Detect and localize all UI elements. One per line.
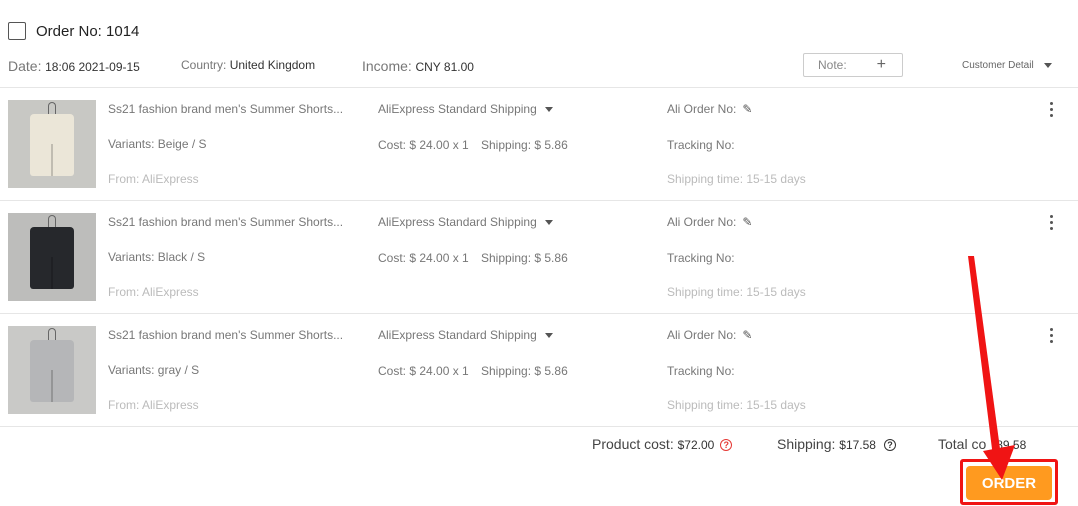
product-variants: Variants: gray / S	[108, 363, 200, 377]
shipping-method-select[interactable]: AliExpress Standard Shipping	[378, 328, 553, 342]
total-cost-summary: Total co 89.58	[938, 436, 1027, 452]
product-title[interactable]: Ss21 fashion brand men's Summer Shorts..…	[108, 328, 343, 342]
shipping-time: Shipping time: 15-15 days	[667, 398, 806, 412]
chevron-down-icon	[1043, 63, 1052, 68]
more-vertical-icon[interactable]	[1048, 215, 1054, 230]
shipping-time: Shipping time: 15-15 days	[667, 172, 806, 186]
item-shipping: Shipping: $ 5.86	[481, 138, 568, 152]
order-item-row: Ss21 fashion brand men's Summer Shorts..…	[0, 201, 1078, 313]
shipping-method-select[interactable]: AliExpress Standard Shipping	[378, 215, 553, 229]
customer-detail-label: Customer Detail	[962, 60, 1034, 71]
ali-order-no: Ali Order No: ✎	[667, 102, 753, 116]
more-vertical-icon[interactable]	[1048, 102, 1054, 117]
chevron-down-icon	[544, 107, 553, 113]
order-select-checkbox[interactable]	[8, 22, 26, 40]
tracking-no: Tracking No:	[667, 138, 735, 152]
hanger-icon	[48, 215, 56, 227]
ali-order-no: Ali Order No: ✎	[667, 215, 753, 229]
note-label: Note:	[818, 58, 847, 72]
shipping-summary: Shipping: $17.58?	[777, 436, 896, 454]
plus-icon: +	[876, 56, 886, 73]
order-number: Order No: 1014	[36, 22, 140, 40]
order-meta: Date: 18:06 2021-09-15 Country: United K…	[8, 53, 1070, 77]
question-circle-icon[interactable]: ?	[883, 439, 896, 452]
product-thumbnail[interactable]	[8, 213, 96, 301]
product-source: From: AliExpress	[108, 172, 199, 186]
order-button[interactable]: ORDER	[966, 466, 1052, 500]
order-item-row: Ss21 fashion brand men's Summer Shorts..…	[0, 88, 1078, 200]
item-shipping: Shipping: $ 5.86	[481, 251, 568, 265]
product-variants: Variants: Black / S	[108, 250, 206, 264]
shipping-time: Shipping time: 15-15 days	[667, 285, 806, 299]
product-thumbnail[interactable]	[8, 100, 96, 188]
item-cost: Cost: $ 24.00 x 1	[378, 251, 469, 265]
item-shipping: Shipping: $ 5.86	[481, 364, 568, 378]
product-source: From: AliExpress	[108, 285, 199, 299]
product-title[interactable]: Ss21 fashion brand men's Summer Shorts..…	[108, 102, 343, 116]
order-date: Date: 18:06 2021-09-15	[8, 58, 140, 74]
product-title[interactable]: Ss21 fashion brand men's Summer Shorts..…	[108, 215, 343, 229]
order-income: Income: CNY 81.00	[362, 58, 474, 74]
shorts-seam	[51, 370, 53, 402]
order-item-row: Ss21 fashion brand men's Summer Shorts..…	[0, 314, 1078, 426]
customer-detail-dropdown[interactable]: Customer Detail	[962, 60, 1052, 71]
tracking-no: Tracking No:	[667, 364, 735, 378]
shorts-seam	[51, 144, 53, 176]
product-cost-summary: Product cost: $72.00?	[592, 436, 733, 454]
chevron-down-icon	[544, 333, 553, 339]
product-variants: Variants: Beige / S	[108, 137, 207, 151]
question-circle-icon[interactable]: ?	[720, 439, 733, 452]
item-cost: Cost: $ 24.00 x 1	[378, 364, 469, 378]
order-country: Country: United Kingdom	[181, 58, 316, 72]
tracking-no: Tracking No:	[667, 251, 735, 265]
note-button[interactable]: Note: +	[803, 53, 903, 77]
shorts-seam	[51, 257, 53, 289]
shipping-method-select[interactable]: AliExpress Standard Shipping	[378, 102, 553, 116]
item-cost: Cost: $ 24.00 x 1	[378, 138, 469, 152]
ali-order-no: Ali Order No: ✎	[667, 328, 753, 342]
hanger-icon	[48, 328, 56, 340]
more-vertical-icon[interactable]	[1048, 328, 1054, 343]
divider	[0, 426, 1078, 427]
pencil-icon[interactable]: ✎	[742, 102, 752, 116]
pencil-icon[interactable]: ✎	[742, 215, 752, 229]
product-source: From: AliExpress	[108, 398, 199, 412]
chevron-down-icon	[544, 220, 553, 226]
hanger-icon	[48, 102, 56, 114]
order-header: Order No: 1014	[8, 20, 139, 42]
pencil-icon[interactable]: ✎	[742, 328, 752, 342]
product-thumbnail[interactable]	[8, 326, 96, 414]
